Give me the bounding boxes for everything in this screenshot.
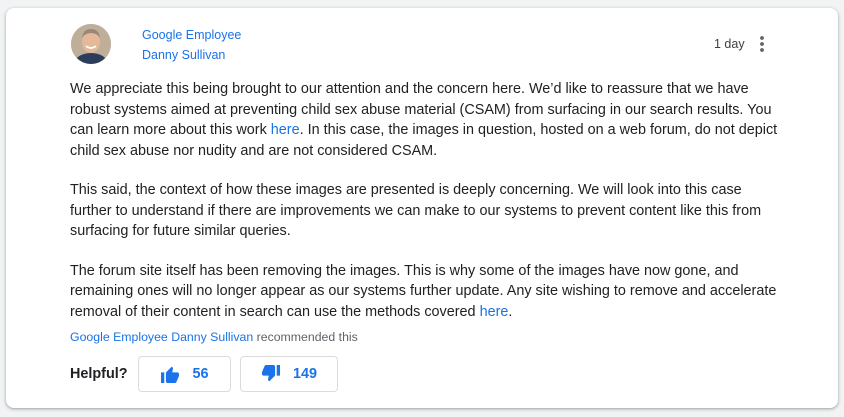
reply-card: Google Employee Danny Sullivan 1 day We …	[6, 8, 838, 408]
author-name-link[interactable]: Danny Sullivan	[142, 45, 241, 65]
learn-more-link[interactable]: here	[271, 122, 300, 138]
paragraph-3: The forum site itself has been removing …	[70, 261, 782, 323]
removal-methods-link[interactable]: here	[480, 304, 509, 320]
thumbs-down-icon	[261, 365, 280, 382]
recommender-role-link[interactable]: Google Employee	[70, 330, 168, 344]
paragraph-2: This said, the context of how these imag…	[70, 182, 762, 239]
author-block: Google Employee Danny Sullivan	[142, 25, 241, 65]
reply-body: We appreciate this being brought to our …	[70, 79, 782, 341]
paragraph-1: We appreciate this being brought to our …	[70, 79, 782, 161]
author-role-link[interactable]: Google Employee	[142, 25, 241, 45]
paragraph-3-text-end: .	[508, 303, 513, 320]
helpful-label: Helpful?	[70, 366, 128, 382]
downvote-count: 149	[292, 366, 317, 382]
more-vert-icon	[760, 36, 764, 52]
avatar-image	[71, 24, 111, 64]
recommender-name-link[interactable]: Danny Sullivan	[171, 330, 253, 344]
downvote-button[interactable]: 149	[240, 356, 338, 392]
paragraph-3-text: The forum site itself has been removing …	[70, 262, 777, 320]
timestamp: 1 day	[714, 37, 745, 51]
avatar[interactable]	[71, 24, 111, 64]
recommended-line: Google Employee Danny Sullivan recommend…	[70, 329, 358, 345]
more-options-button[interactable]	[750, 32, 774, 56]
recommended-suffix: recommended this	[253, 330, 358, 344]
upvote-count: 56	[192, 366, 209, 382]
thumbs-up-icon	[161, 366, 180, 383]
upvote-button[interactable]: 56	[138, 356, 231, 392]
